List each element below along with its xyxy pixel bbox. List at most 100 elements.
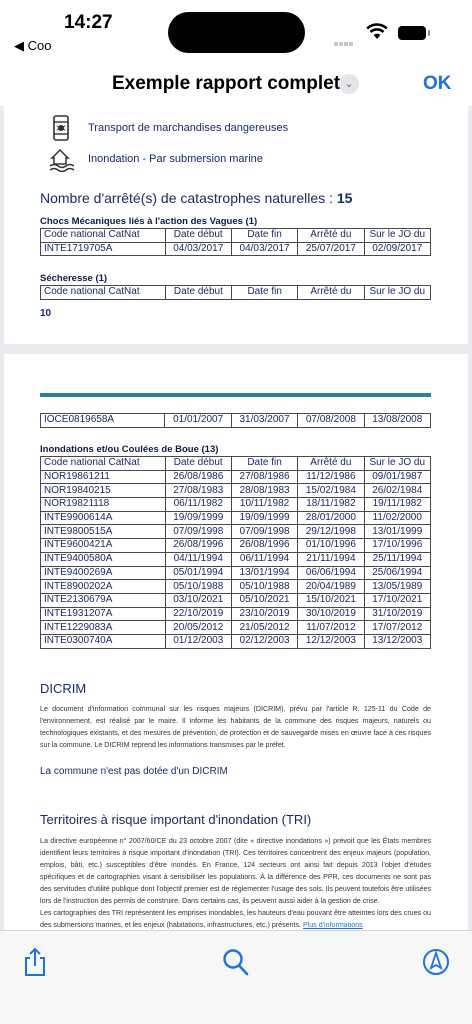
chocs-table: Code national CatNat Date début Date fin… [40,228,432,257]
cell: 01/12/2003 [164,633,232,649]
cell: 19/09/1999 [164,510,232,526]
cell: INTE1229083A [40,620,166,635]
cell: IOCE0819658A [39,413,166,428]
column-header: Date début [164,285,233,300]
catnat-heading: Nombre d'arrêté(s) de catastrophes natur… [40,190,353,206]
chevron-down-icon[interactable]: ⌄ [339,74,359,94]
cell: INTE0300740A [40,633,166,649]
hazardous-goods-icon [53,115,69,141]
cell: 19/11/1982 [363,497,432,512]
table-row: INTE1229083A 20/05/2012 21/05/2012 11/07/20… [40,620,432,635]
cell: 26/08/1996 [230,538,299,553]
cell: 22/10/2019 [164,606,232,622]
cell: 06/11/1982 [164,497,232,512]
cell: 17/07/2012 [363,620,432,635]
column-header: Sur le JO du [363,228,432,243]
dicrim-title: DICRIM [40,681,87,696]
cell: 13/12/2003 [363,633,432,649]
inondations-table: Code national CatNat Date début Date fin… [40,456,432,649]
tri-text-2: Les cartographies des TRI représentent l… [40,909,431,929]
cell: 25/06/1994 [363,565,432,581]
tri-text: La directive européenne n° 2007/60/CE du… [40,837,431,905]
column-header: Date fin [231,285,299,300]
cell: INTE9400269A [40,565,166,581]
share-icon[interactable] [22,947,48,977]
cell: 26/08/1986 [164,469,232,485]
cell: 01/01/2007 [164,413,232,428]
cell: 18/11/1982 [297,497,365,512]
bottom-toolbar [0,930,472,1024]
table-row: NOR19840215 27/08/1983 28/08/1983 15/02/198… [40,483,432,499]
tri-title: Territoires à risque important d'inondat… [40,812,312,827]
table-row: INTE0300740A 01/12/2003 02/12/2003 12/12/20… [40,633,432,649]
wifi-icon [366,23,388,39]
document-title[interactable]: Exemple rapport complet [112,73,340,95]
cell: NOR19821118 [40,497,166,512]
cell: 07/09/1998 [230,524,299,540]
cell: 02/09/2017 [363,241,432,257]
cell: 09/01/1987 [363,469,432,485]
tri-paragraph: La directive européenne n° 2007/60/CE du… [40,835,431,931]
cell: 31/03/2007 [230,413,299,428]
page-header-rule [40,393,431,397]
status-bar: 14:27 ◀ Coo [0,0,472,60]
column-header: Date fin [230,228,299,243]
cell: INTE8900202A [40,579,166,594]
cell: 13/05/1989 [363,579,432,594]
cell: 04/11/1994 [164,551,232,567]
cell: INTE9600421A [40,538,166,553]
table-row: INTE1719705A 04/03/2017 04/03/2017 25/07… [40,241,432,257]
cell: 05/01/1994 [164,565,232,581]
cell: 13/01/1999 [363,524,432,540]
cell: INTE1931207A [40,606,166,622]
column-header: Date début [164,456,232,471]
cell: 02/12/2003 [230,633,299,649]
table-row: NOR19821118 06/11/1982 10/11/1982 18/11/198… [40,497,432,512]
cell: 20/05/2012 [164,620,232,635]
risk-item-marine-flood: Inondation - Par submersion marine [48,146,263,172]
risk-label: Transport de marchandises dangereuses [88,122,289,134]
cell: INTE1719705A [40,241,166,257]
cell: 13/01/1994 [230,565,299,581]
back-to-app-link[interactable]: ◀ Coo [14,38,51,54]
signal-icon [334,33,354,51]
cell: INTE9400580A [40,551,166,567]
cell: 26/08/1996 [164,538,232,553]
markup-icon[interactable] [422,947,450,977]
cell: 06/11/1994 [230,551,299,567]
cell: 27/08/1983 [164,483,232,499]
column-header: Code national CatNat [40,285,166,300]
cell: 30/10/2019 [297,606,365,622]
search-icon[interactable] [222,947,250,977]
column-header: Sur le JO du [363,456,432,471]
cell: 21/05/2012 [230,620,299,635]
column-header: Sur le JO du [363,285,432,300]
cell: 15/02/1984 [297,483,365,499]
cell: NOR19861211 [40,469,166,485]
table-row: INTE8900202A 05/10/1988 05/10/1988 20/04/19… [40,579,432,594]
cell: 07/08/2008 [297,413,365,428]
table-row: INTE9400269A 05/01/1994 13/01/1994 06/06/19… [40,565,432,581]
cell: 13/08/2008 [363,413,432,428]
cell: 05/10/1988 [164,579,232,594]
table-row: INTE9400580A 04/11/1994 06/11/1994 21/11/19… [40,551,432,567]
cell: 28/08/1983 [230,483,299,499]
cell: 19/09/1999 [230,510,299,526]
navigation-bar: Exemple rapport complet ⌄ OK [0,60,472,106]
cell: INTE9900614A [40,510,166,526]
inondations-rows: NOR19861211 26/08/1986 27/08/1986 11/12/198… [40,469,432,649]
risk-label: Inondation - Par submersion marine [88,153,263,165]
column-header: Arrêté du [297,285,365,300]
cell: 01/10/1996 [297,538,365,553]
dicrim-paragraph: Le document d'information communal sur l… [40,705,431,749]
table-row: INTE1931207A 22/10/2019 23/10/2019 30/10/20… [40,606,432,622]
cell: 07/09/1998 [164,524,232,540]
column-header: Date début [164,228,232,243]
secheresse-table-header: Code national CatNat Date début Date fin… [40,285,432,300]
ok-button[interactable]: OK [423,73,452,95]
cell: 31/10/2019 [363,606,432,622]
cell: 28/01/2000 [297,510,365,526]
table-row: NOR19861211 26/08/1986 27/08/1986 11/12/198… [40,469,432,485]
more-info-link[interactable]: Plus d'informations [303,921,363,929]
cell: 21/11/1994 [297,551,365,567]
